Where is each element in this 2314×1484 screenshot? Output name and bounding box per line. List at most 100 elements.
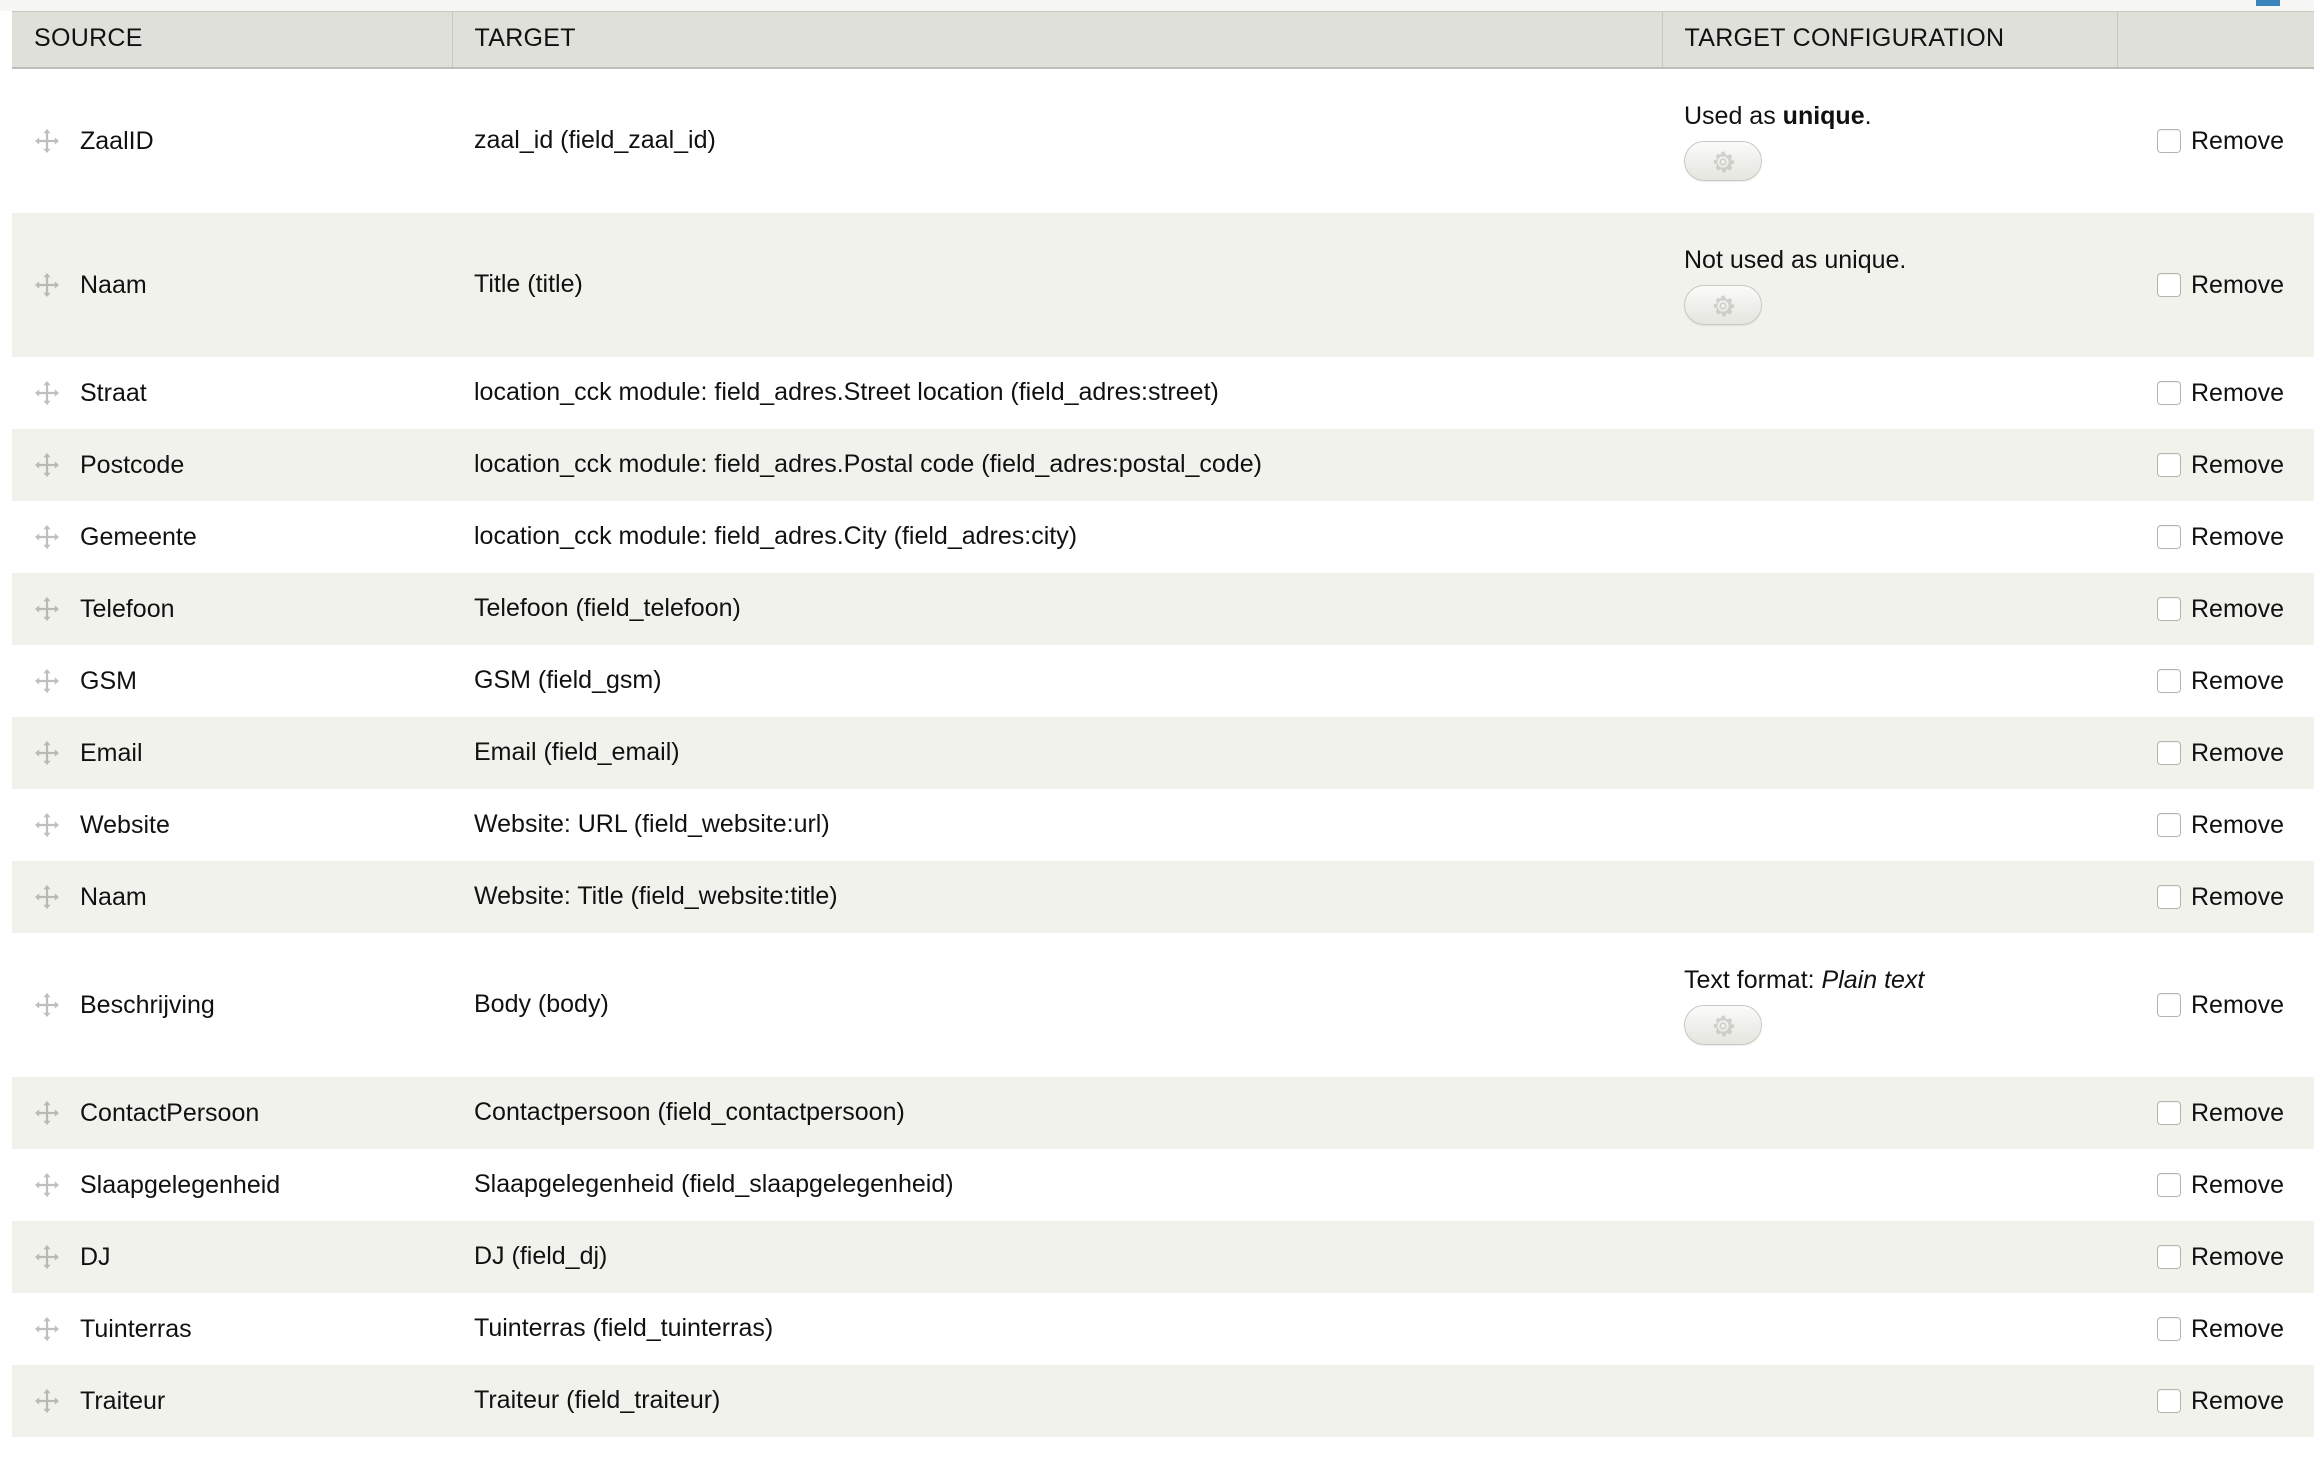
remove-checkbox-group[interactable]: Remove — [2139, 593, 2284, 625]
actions-cell: Remove — [2117, 501, 2314, 573]
table-row: Naam Title (title) Not used as unique. Remo… — [12, 213, 2314, 357]
target-configuration-settings-button[interactable] — [1684, 1004, 1762, 1045]
remove-checkbox-group[interactable]: Remove — [2139, 1169, 2284, 1201]
config-note-prefix: Not used as unique. — [1684, 246, 1907, 275]
config-note-prefix: Used as — [1684, 102, 1783, 131]
table-row: Naam Website: Title (field_website:title)… — [12, 861, 2314, 933]
partial-link-fragment[interactable] — [2256, 0, 2280, 6]
remove-label[interactable]: Remove — [2191, 1386, 2284, 1417]
remove-checkbox-group[interactable]: Remove — [2139, 269, 2284, 301]
drag-handle-icon[interactable] — [34, 1172, 60, 1198]
source-label: Postcode — [80, 450, 185, 479]
remove-checkbox-group[interactable]: Remove — [2139, 1097, 2284, 1129]
remove-label[interactable]: Remove — [2191, 522, 2284, 553]
remove-label[interactable]: Remove — [2191, 1170, 2284, 1201]
remove-label[interactable]: Remove — [2191, 126, 2284, 157]
target-configuration-settings-button[interactable] — [1684, 284, 1762, 325]
remove-label[interactable]: Remove — [2191, 1314, 2284, 1345]
target-cell: Email (field_email) — [452, 717, 1662, 789]
remove-label[interactable]: Remove — [2191, 1098, 2284, 1129]
source-cell: GSM — [12, 645, 452, 717]
drag-handle-icon[interactable] — [34, 992, 60, 1018]
remove-label[interactable]: Remove — [2191, 810, 2284, 841]
table-row: GSM GSM (field_gsm) Remove — [12, 645, 2314, 717]
drag-handle-icon[interactable] — [34, 272, 60, 298]
source-cell: ZaalID — [12, 68, 452, 213]
remove-checkbox-group[interactable]: Remove — [2139, 125, 2284, 157]
remove-checkbox-group[interactable]: Remove — [2139, 1385, 2284, 1417]
column-header-actions — [2117, 11, 2314, 69]
remove-checkbox[interactable] — [2157, 993, 2181, 1018]
target-cell: GSM (field_gsm) — [452, 645, 1662, 717]
remove-checkbox[interactable] — [2157, 453, 2181, 478]
target-cell: Title (title) — [452, 213, 1662, 357]
drag-handle-icon[interactable] — [34, 740, 60, 766]
remove-checkbox[interactable] — [2157, 525, 2181, 550]
drag-handle-icon[interactable] — [34, 380, 60, 406]
remove-checkbox[interactable] — [2157, 1173, 2181, 1198]
remove-checkbox[interactable] — [2157, 1389, 2181, 1414]
drag-handle-icon[interactable] — [34, 1388, 60, 1414]
remove-label[interactable]: Remove — [2191, 1242, 2284, 1273]
remove-label[interactable]: Remove — [2191, 990, 2284, 1021]
remove-label[interactable]: Remove — [2191, 666, 2284, 697]
drag-handle-icon[interactable] — [34, 452, 60, 478]
drag-handle-icon[interactable] — [34, 524, 60, 550]
remove-checkbox-group[interactable]: Remove — [2139, 989, 2284, 1021]
actions-cell: Remove — [2117, 717, 2314, 789]
source-label: Straat — [80, 378, 147, 407]
remove-checkbox[interactable] — [2157, 885, 2181, 910]
remove-checkbox[interactable] — [2157, 813, 2181, 838]
source-cell: Website — [12, 789, 452, 861]
remove-label[interactable]: Remove — [2191, 450, 2284, 481]
remove-checkbox[interactable] — [2157, 741, 2181, 766]
target-configuration-cell — [1662, 1149, 2117, 1221]
remove-checkbox[interactable] — [2157, 597, 2181, 622]
remove-checkbox[interactable] — [2157, 129, 2181, 154]
remove-checkbox-group[interactable]: Remove — [2139, 665, 2284, 697]
remove-label[interactable]: Remove — [2191, 270, 2284, 301]
remove-checkbox-group[interactable]: Remove — [2139, 1313, 2284, 1345]
remove-checkbox[interactable] — [2157, 273, 2181, 298]
remove-checkbox-group[interactable]: Remove — [2139, 1241, 2284, 1273]
table-row: Gemeente location_cck module: field_adres… — [12, 501, 2314, 573]
target-label: Website: Title (field_website:title) — [474, 882, 838, 911]
drag-handle-icon[interactable] — [34, 128, 60, 154]
remove-checkbox[interactable] — [2157, 1317, 2181, 1342]
drag-handle-icon[interactable] — [34, 1100, 60, 1126]
drag-handle-icon[interactable] — [34, 812, 60, 838]
drag-handle-icon[interactable] — [34, 1244, 60, 1270]
target-configuration-cell — [1662, 357, 2117, 429]
remove-label[interactable]: Remove — [2191, 594, 2284, 625]
drag-handle-icon[interactable] — [34, 884, 60, 910]
gear-icon — [1711, 295, 1735, 317]
remove-checkbox-group[interactable]: Remove — [2139, 809, 2284, 841]
remove-checkbox-group[interactable]: Remove — [2139, 521, 2284, 553]
remove-checkbox-group[interactable]: Remove — [2139, 449, 2284, 481]
target-label: location_cck module: field_adres.Street … — [474, 378, 1219, 407]
target-configuration-settings-button[interactable] — [1684, 140, 1762, 181]
source-cell: Beschrijving — [12, 933, 452, 1077]
feeds-mapping-table: SOURCE TARGET TARGET CONFIGURATION ZaalI… — [12, 11, 2314, 1437]
drag-handle-icon[interactable] — [34, 596, 60, 622]
target-label: DJ (field_dj) — [474, 1242, 608, 1271]
remove-label[interactable]: Remove — [2191, 882, 2284, 913]
drag-handle-icon[interactable] — [34, 1316, 60, 1342]
remove-label[interactable]: Remove — [2191, 738, 2284, 769]
target-cell: location_cck module: field_adres.City (f… — [452, 501, 1662, 573]
target-cell: location_cck module: field_adres.Street … — [452, 357, 1662, 429]
target-label: Traiteur (field_traiteur) — [474, 1386, 721, 1415]
remove-checkbox[interactable] — [2157, 669, 2181, 694]
remove-label[interactable]: Remove — [2191, 378, 2284, 409]
remove-checkbox-group[interactable]: Remove — [2139, 737, 2284, 769]
source-label: GSM — [80, 666, 137, 695]
source-cell: Traiteur — [12, 1365, 452, 1437]
remove-checkbox-group[interactable]: Remove — [2139, 881, 2284, 913]
source-label: ContactPersoon — [80, 1098, 260, 1127]
actions-cell: Remove — [2117, 1293, 2314, 1365]
remove-checkbox[interactable] — [2157, 1101, 2181, 1126]
remove-checkbox[interactable] — [2157, 381, 2181, 406]
drag-handle-icon[interactable] — [34, 668, 60, 694]
remove-checkbox[interactable] — [2157, 1245, 2181, 1270]
remove-checkbox-group[interactable]: Remove — [2139, 377, 2284, 409]
